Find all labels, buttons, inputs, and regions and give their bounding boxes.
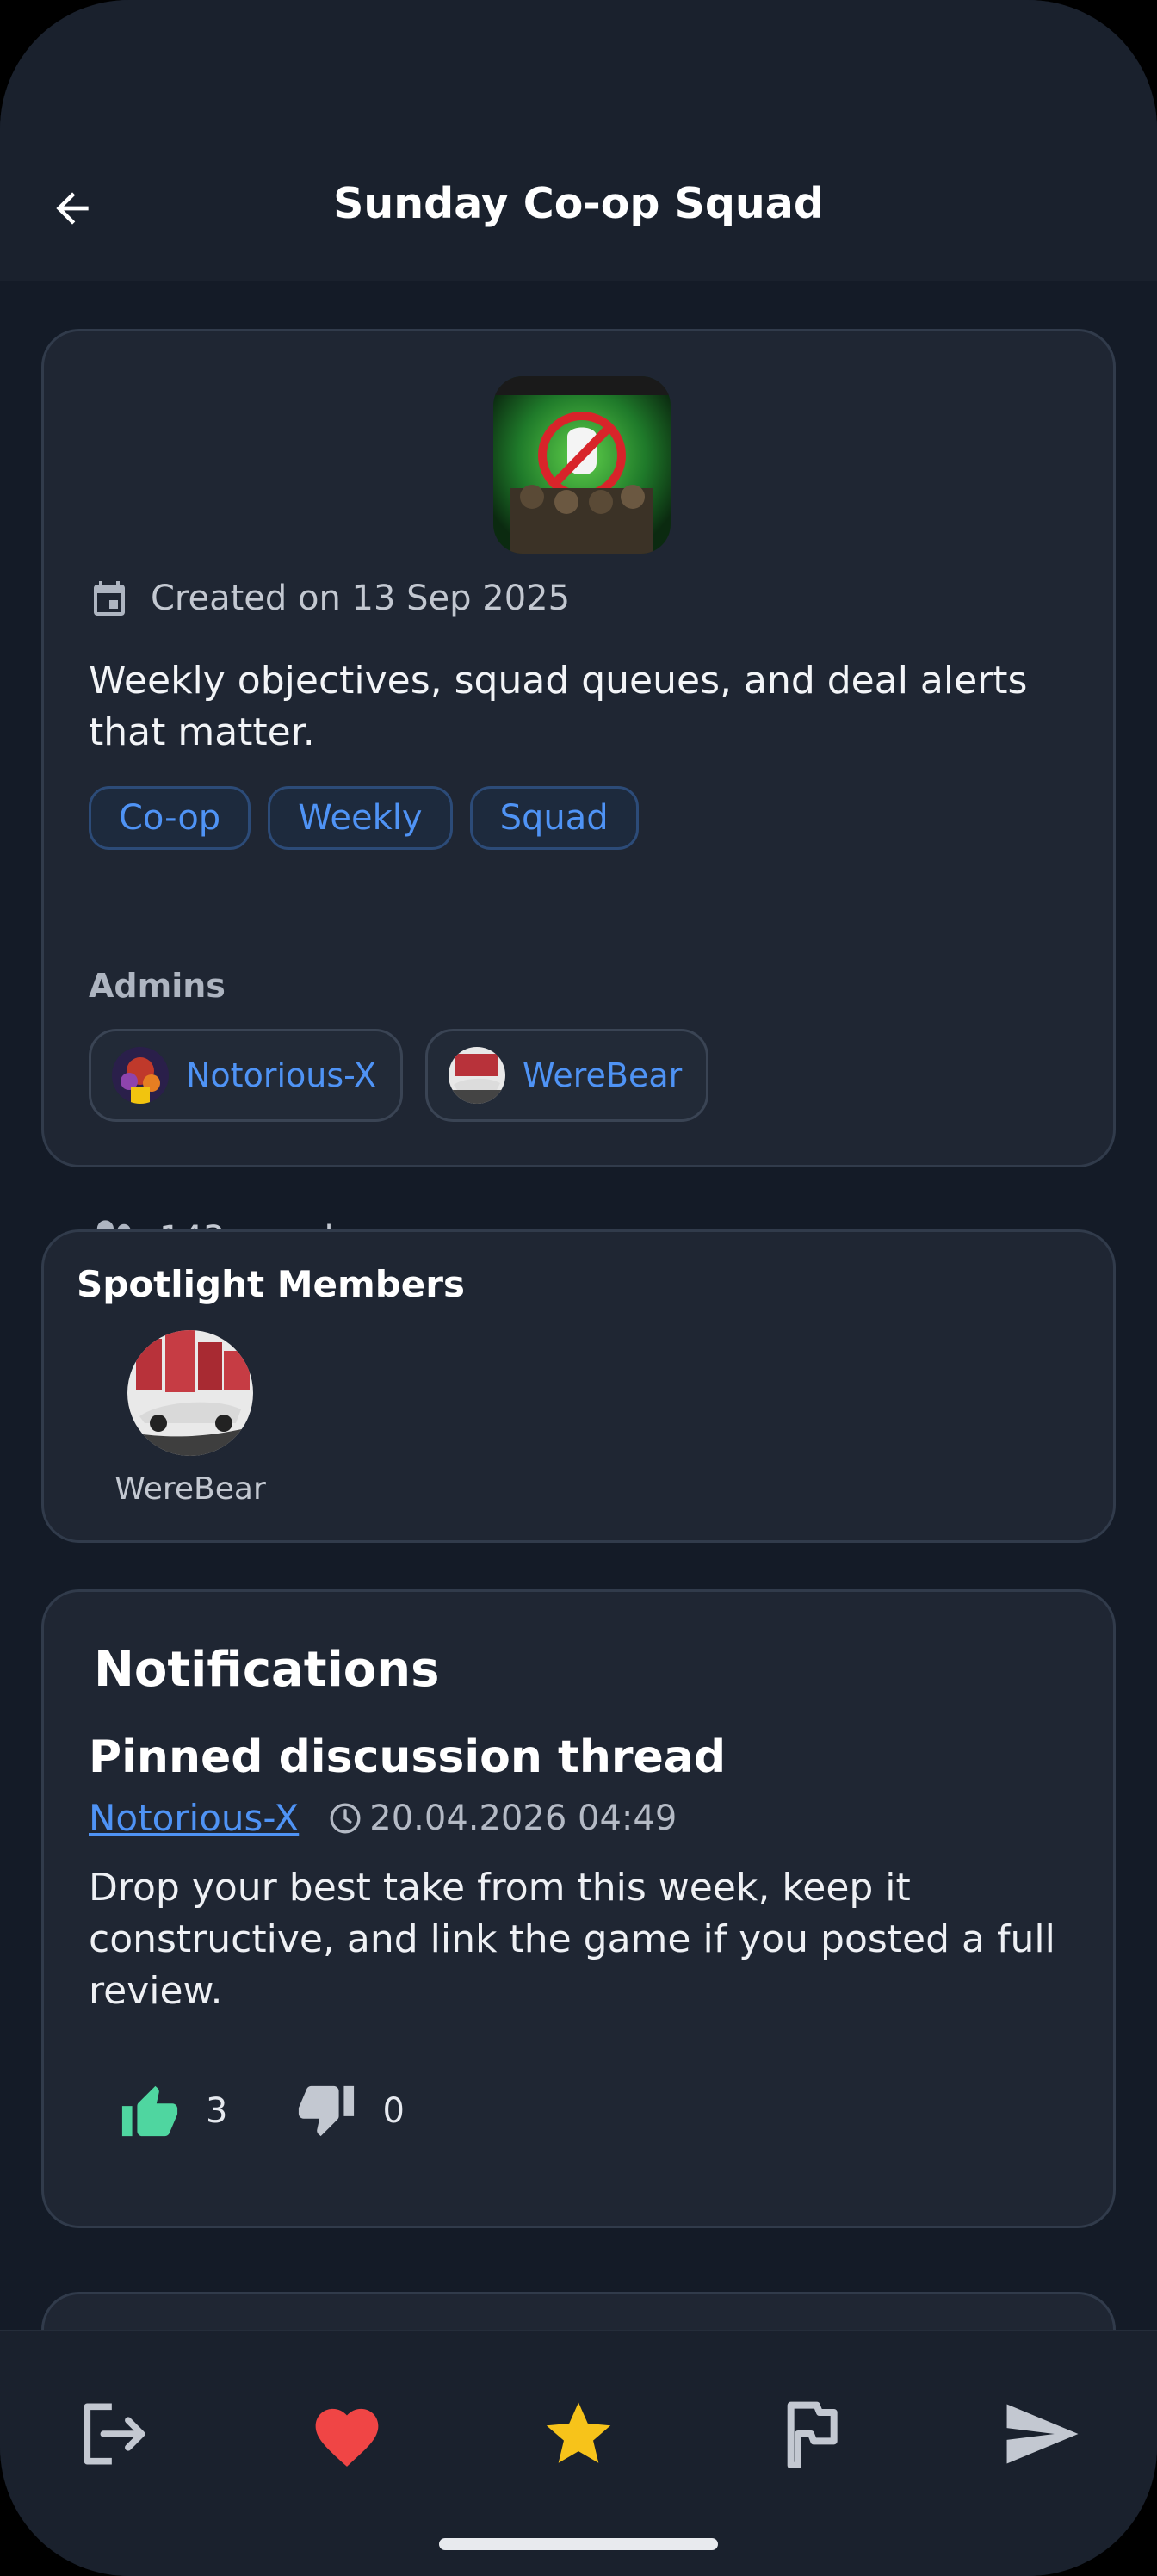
avatar bbox=[449, 1047, 505, 1104]
post-title: Pinned discussion thread bbox=[89, 1731, 727, 1783]
created-date-text: Created on 13 Sep 2025 bbox=[151, 579, 571, 618]
spotlight-member-name: WereBear bbox=[114, 1471, 266, 1507]
admin-name: Notorious-X bbox=[186, 1056, 376, 1094]
tag-chip[interactable]: Weekly bbox=[268, 786, 453, 850]
spotlight-members-card: Spotlight Members WereBear bbox=[41, 1229, 1116, 1543]
home-indicator[interactable] bbox=[439, 2538, 718, 2550]
game-cover-image bbox=[493, 376, 671, 554]
exit-icon bbox=[84, 2403, 145, 2465]
like-button[interactable]: 3 bbox=[120, 2083, 227, 2139]
created-date: Created on 13 Sep 2025 bbox=[89, 578, 570, 619]
thumbs-up-icon bbox=[121, 2085, 178, 2137]
notifications-card: Notifications Pinned discussion thread N… bbox=[41, 1589, 1116, 2228]
group-description: Weekly objectives, squad queues, and dea… bbox=[89, 659, 1028, 754]
thumbs-down-icon bbox=[299, 2085, 355, 2137]
send-icon bbox=[1006, 2404, 1079, 2464]
calendar-icon bbox=[94, 581, 125, 616]
star-button[interactable] bbox=[531, 2387, 626, 2481]
dislike-button[interactable]: 0 bbox=[296, 2083, 405, 2139]
top-app-bar: Sunday Co-op Squad bbox=[0, 0, 1157, 281]
avatar bbox=[112, 1047, 169, 1104]
admin-list: Notorious-X WereBear bbox=[89, 1029, 709, 1122]
page-title: Sunday Co-op Squad bbox=[333, 179, 824, 228]
post-timestamp: 20.04.2026 04:49 bbox=[369, 1798, 677, 1838]
tag-chip[interactable]: Co-op bbox=[89, 786, 251, 850]
post-author-link[interactable]: Notorious-X bbox=[89, 1797, 299, 1839]
post-body: Drop your best take from this week, keep… bbox=[89, 1866, 1055, 2013]
flag-icon bbox=[787, 2401, 838, 2468]
leave-group-button[interactable] bbox=[67, 2387, 162, 2481]
admin-name: WereBear bbox=[523, 1056, 683, 1094]
admin-chip-werebear[interactable]: WereBear bbox=[425, 1029, 709, 1122]
notifications-heading: Notifications bbox=[94, 1642, 440, 1698]
report-button[interactable] bbox=[764, 2387, 858, 2481]
dislike-count: 0 bbox=[382, 2091, 405, 2131]
tag-list: Co-op Weekly Squad bbox=[89, 786, 639, 850]
admin-chip-notorious-x[interactable]: Notorious-X bbox=[89, 1029, 403, 1122]
heart-icon bbox=[315, 2408, 379, 2467]
star-icon bbox=[546, 2402, 611, 2463]
reaction-bar: 3 0 bbox=[120, 2083, 473, 2139]
app-screen: Sunday Co-op Squad Created on 13 Sep 202… bbox=[0, 0, 1157, 2576]
group-info-card: Created on 13 Sep 2025 Weekly objectives… bbox=[41, 329, 1116, 1259]
admins-label: Admins bbox=[89, 967, 226, 1005]
share-button[interactable] bbox=[995, 2387, 1090, 2481]
spotlight-title: Spotlight Members bbox=[77, 1263, 466, 1305]
spotlight-member[interactable]: WereBear bbox=[113, 1330, 268, 1507]
like-count: 3 bbox=[206, 2091, 228, 2131]
avatar bbox=[127, 1330, 253, 1456]
favorite-button[interactable] bbox=[300, 2387, 394, 2481]
tag-chip[interactable]: Squad bbox=[469, 786, 639, 850]
post-meta: Notorious-X 20.04.2026 04:49 bbox=[89, 1797, 677, 1839]
clock-icon bbox=[330, 1803, 361, 1833]
